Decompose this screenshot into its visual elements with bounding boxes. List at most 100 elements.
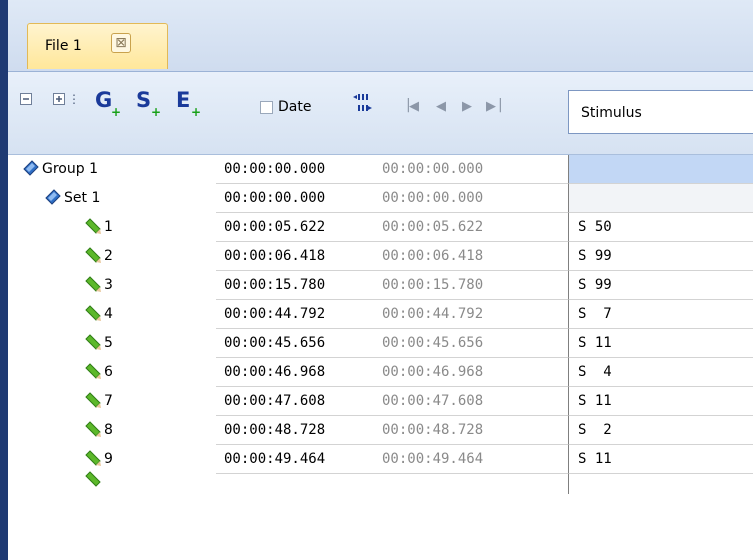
stimulus-value: S 11 xyxy=(578,393,612,409)
tree-node[interactable]: 3 xyxy=(8,271,216,300)
start-time: 00:00:06.418 xyxy=(224,248,326,264)
tree-node[interactable]: 8 xyxy=(8,416,216,445)
tree-node-label: 3 xyxy=(104,277,113,293)
pencil-icon xyxy=(84,304,102,322)
end-time: 00:00:00.000 xyxy=(382,190,484,206)
tree-node[interactable]: 4 xyxy=(8,300,216,329)
start-time: 00:00:48.728 xyxy=(224,422,326,438)
stimulus-value: S 99 xyxy=(578,277,612,293)
tab-strip: File 1 ⊠ xyxy=(8,0,753,72)
stimulus-cell[interactable]: S 4 xyxy=(568,358,753,387)
tree-node-label: 8 xyxy=(104,422,113,438)
stimulus-value: S 99 xyxy=(578,248,612,264)
column-selector[interactable]: Stimulus xyxy=(568,90,753,134)
pencil-icon xyxy=(84,420,102,438)
table-row[interactable]: 8 00:00:48.728 00:00:48.728 S 2 xyxy=(8,416,753,445)
tree-node-label: 5 xyxy=(104,335,113,351)
set-book-icon xyxy=(44,188,62,206)
tree-node-label: 1 xyxy=(104,219,113,235)
pencil-icon xyxy=(84,470,102,488)
add-event-button[interactable]: E xyxy=(176,88,190,112)
expand-all-icon[interactable] xyxy=(53,93,65,105)
collapse-all-icon[interactable] xyxy=(20,93,32,105)
tree-node[interactable]: 5 xyxy=(8,329,216,358)
tree-node-label: 2 xyxy=(104,248,113,264)
start-time: 00:00:46.968 xyxy=(224,364,326,380)
tree-node[interactable]: 2 xyxy=(8,242,216,271)
table-row[interactable]: Group 1 00:00:00.000 00:00:00.000 xyxy=(8,155,753,184)
end-time: 00:00:15.780 xyxy=(382,277,484,293)
start-time: 00:00:47.608 xyxy=(224,393,326,409)
stimulus-cell[interactable]: S 99 xyxy=(568,271,753,300)
table-row[interactable]: 1 00:00:05.622 00:00:05.622 S 50 xyxy=(8,213,753,242)
start-time: 00:00:00.000 xyxy=(224,161,326,177)
tree-node-label: 7 xyxy=(104,393,113,409)
stimulus-value: S 4 xyxy=(578,364,612,380)
first-bar-icon: | xyxy=(406,97,411,113)
events-grid: Group 1 00:00:00.000 00:00:00.000 Set 1 00:0… xyxy=(8,155,753,560)
stimulus-cell[interactable]: S 7 xyxy=(568,300,753,329)
end-time: 00:00:05.622 xyxy=(382,219,484,235)
tree-node-label: 6 xyxy=(104,364,113,380)
end-time: 00:00:47.608 xyxy=(382,393,484,409)
stimulus-cell[interactable] xyxy=(568,184,753,213)
add-group-button[interactable]: G xyxy=(95,88,112,112)
stimulus-cell[interactable] xyxy=(568,155,753,184)
table-row[interactable]: 5 00:00:45.656 00:00:45.656 S 11 xyxy=(8,329,753,358)
pencil-icon xyxy=(84,275,102,293)
start-time: 00:00:05.622 xyxy=(224,219,326,235)
tree-node-label: Group 1 xyxy=(42,161,98,177)
pencil-icon xyxy=(84,362,102,380)
add-set-plus-icon: + xyxy=(151,105,162,119)
table-row[interactable]: 6 00:00:46.968 00:00:46.968 S 4 xyxy=(8,358,753,387)
group-book-icon xyxy=(22,159,40,177)
tree-node[interactable]: Set 1 xyxy=(8,184,216,213)
pencil-icon xyxy=(84,449,102,467)
stimulus-cell[interactable]: S 2 xyxy=(568,416,753,445)
stimulus-cell[interactable]: S 99 xyxy=(568,242,753,271)
pencil-icon xyxy=(84,333,102,351)
tab-label: File 1 xyxy=(45,38,82,54)
stimulus-cell[interactable]: S 11 xyxy=(568,387,753,416)
stimulus-cell[interactable]: S 50 xyxy=(568,213,753,242)
interpolate-icon[interactable] xyxy=(351,92,373,118)
table-row[interactable]: 2 00:00:06.418 00:00:06.418 S 99 xyxy=(8,242,753,271)
close-tab-icon[interactable]: ⊠ xyxy=(111,33,131,53)
stimulus-value: S 50 xyxy=(578,219,612,235)
stimulus-cell[interactable] xyxy=(568,474,753,494)
end-time: 00:00:45.656 xyxy=(382,335,484,351)
tree-node[interactable]: 1 xyxy=(8,213,216,242)
tree-node-label: 9 xyxy=(104,451,113,467)
table-row[interactable]: Set 1 00:00:00.000 00:00:00.000 xyxy=(8,184,753,213)
start-time: 00:00:15.780 xyxy=(224,277,326,293)
tree-node-label: Set 1 xyxy=(64,190,101,206)
start-time: 00:00:49.464 xyxy=(224,451,326,467)
next-icon[interactable]: ▶ xyxy=(462,99,472,114)
tree-node[interactable]: Group 1 xyxy=(8,155,216,184)
expand-tree-lines-icon: ⋮ xyxy=(68,92,80,106)
end-time: 00:00:00.000 xyxy=(382,161,484,177)
tree-node[interactable]: 9 xyxy=(8,445,216,474)
pencil-icon xyxy=(84,391,102,409)
tree-node[interactable]: 6 xyxy=(8,358,216,387)
table-row[interactable]: 4 00:00:44.792 00:00:44.792 S 7 xyxy=(8,300,753,329)
end-time: 00:00:48.728 xyxy=(382,422,484,438)
table-row[interactable]: 7 00:00:47.608 00:00:47.608 S 11 xyxy=(8,387,753,416)
add-event-plus-icon: + xyxy=(191,105,202,119)
tree-node-label: 4 xyxy=(104,306,113,322)
stimulus-cell[interactable]: S 11 xyxy=(568,445,753,474)
tree-node[interactable]: 7 xyxy=(8,387,216,416)
stimulus-value: S 2 xyxy=(578,422,612,438)
stimulus-value: S 7 xyxy=(578,306,612,322)
last-bar-icon: | xyxy=(498,97,503,113)
table-row[interactable]: 9 00:00:49.464 00:00:49.464 S 11 xyxy=(8,445,753,474)
previous-icon[interactable]: ◀ xyxy=(436,99,446,114)
pencil-icon xyxy=(84,246,102,264)
stimulus-cell[interactable]: S 11 xyxy=(568,329,753,358)
tab-file-1[interactable]: File 1 ⊠ xyxy=(27,23,168,69)
last-icon[interactable]: ▶ xyxy=(486,99,496,114)
add-set-button[interactable]: S xyxy=(136,88,151,112)
add-group-plus-icon: + xyxy=(111,105,122,119)
table-row[interactable]: 3 00:00:15.780 00:00:15.780 S 99 xyxy=(8,271,753,300)
date-checkbox[interactable] xyxy=(260,101,273,114)
